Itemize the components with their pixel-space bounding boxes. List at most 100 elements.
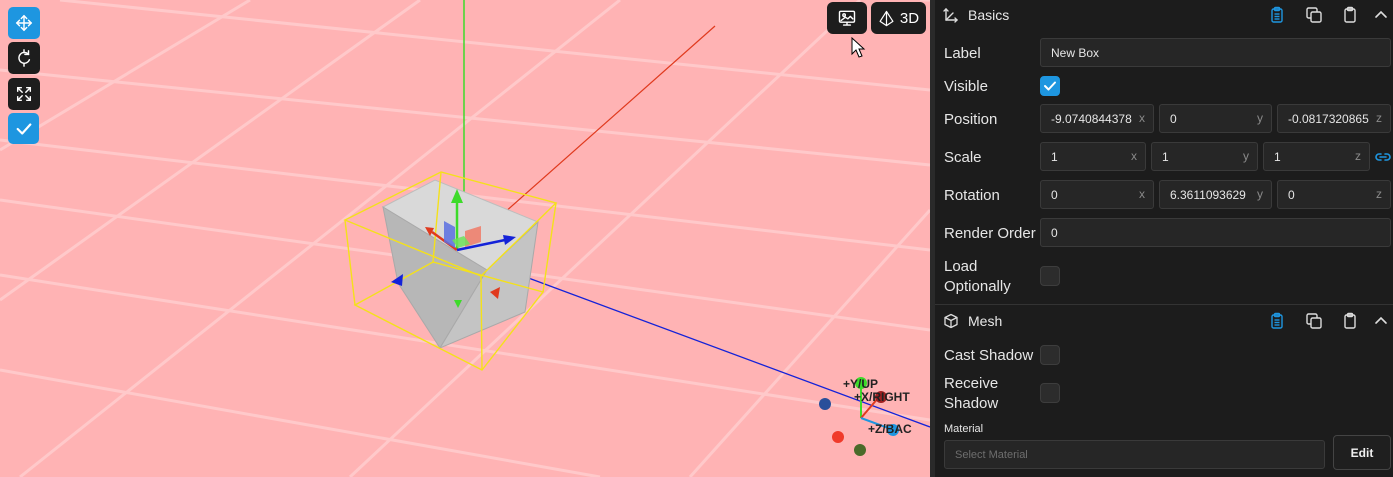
mouse-cursor-icon bbox=[851, 37, 866, 58]
label-input[interactable]: New Box bbox=[1040, 38, 1391, 67]
render-order-input[interactable]: 0 bbox=[1040, 218, 1391, 247]
scale-z-value: 1 bbox=[1274, 149, 1281, 164]
visible-row-label: Visible bbox=[944, 78, 988, 95]
load-optionally-label-line2: Optionally bbox=[944, 278, 1011, 295]
properties-panel: Basics Label New Box Visible Position -9… bbox=[935, 0, 1393, 477]
load-optionally-label-line1: Load bbox=[944, 258, 978, 275]
material-edit-label: Edit bbox=[1350, 445, 1374, 460]
render-order-value: 0 bbox=[1051, 225, 1058, 240]
basics-copy-button[interactable] bbox=[1305, 6, 1323, 24]
receive-shadow-checkbox[interactable] bbox=[1040, 383, 1060, 403]
scale-tool-button[interactable] bbox=[8, 78, 40, 110]
mesh-clipboard-button[interactable] bbox=[1341, 312, 1359, 330]
3d-viewport[interactable]: 3D +Y/UP +X/RIGHT +Z/BAC bbox=[0, 0, 930, 477]
position-y-input[interactable]: 0 y bbox=[1159, 104, 1272, 133]
position-z-axis-label: z bbox=[1373, 111, 1382, 125]
label-row-label: Label bbox=[944, 45, 981, 62]
position-y-value: 0 bbox=[1170, 111, 1177, 126]
scene-canvas[interactable] bbox=[0, 0, 930, 477]
mesh-title: Mesh bbox=[968, 313, 1003, 329]
rotation-x-value: 0 bbox=[1051, 187, 1058, 202]
snap-toggle-button[interactable] bbox=[8, 113, 39, 144]
gizmo-neg-z-dot[interactable] bbox=[819, 398, 831, 410]
move-tool-button[interactable] bbox=[8, 7, 40, 39]
check-icon bbox=[16, 122, 31, 135]
position-x-input[interactable]: -9.0740844378 x bbox=[1040, 104, 1154, 133]
material-select-placeholder: Select Material bbox=[955, 448, 1028, 461]
scale-row-label: Scale bbox=[944, 149, 982, 166]
rotation-x-axis-label: x bbox=[1136, 187, 1145, 201]
rotation-z-value: 0 bbox=[1288, 187, 1295, 202]
receive-shadow-label-line2: Shadow bbox=[944, 395, 999, 412]
material-edit-button[interactable]: Edit bbox=[1333, 435, 1391, 470]
mesh-section-header[interactable]: Mesh bbox=[935, 306, 1393, 336]
scale-z-axis-label: z bbox=[1352, 149, 1361, 163]
scale-y-value: 1 bbox=[1162, 149, 1169, 164]
rotate-tool-button[interactable] bbox=[8, 42, 40, 74]
clipboard-list-icon bbox=[1271, 312, 1283, 329]
label-input-value: New Box bbox=[1051, 45, 1100, 60]
clipboard-list-icon bbox=[1271, 6, 1283, 23]
rotation-z-input[interactable]: 0 z bbox=[1277, 180, 1391, 209]
copy-icon bbox=[1306, 313, 1322, 329]
scale-icon bbox=[16, 86, 32, 102]
section-divider bbox=[935, 304, 1393, 305]
position-z-input[interactable]: -0.0817320865 z bbox=[1277, 104, 1391, 133]
rotation-row-label: Rotation bbox=[944, 187, 1000, 204]
material-label: Material bbox=[944, 423, 984, 435]
preview-toggle-button[interactable] bbox=[827, 2, 867, 34]
position-x-axis-label: x bbox=[1136, 111, 1145, 125]
basics-paste-button[interactable] bbox=[1268, 6, 1286, 24]
scale-y-input[interactable]: 1 y bbox=[1151, 142, 1258, 171]
visible-checkbox[interactable] bbox=[1040, 76, 1060, 96]
cast-shadow-row-label: Cast Shadow bbox=[944, 347, 1034, 364]
chevron-up-icon bbox=[1375, 10, 1387, 18]
mesh-collapse-button[interactable] bbox=[1372, 312, 1390, 330]
gizmo-neg-x-dot[interactable] bbox=[832, 431, 844, 443]
position-row-label: Position bbox=[944, 111, 998, 128]
gizmo-z-label: +Z/BAC bbox=[868, 422, 912, 436]
rotation-x-input[interactable]: 0 x bbox=[1040, 180, 1154, 209]
rotation-y-input[interactable]: 6.3611093629 y bbox=[1159, 180, 1272, 209]
position-y-axis-label: y bbox=[1254, 111, 1263, 125]
check-icon bbox=[1044, 81, 1056, 91]
basics-section-header[interactable]: Basics bbox=[935, 0, 1393, 30]
view-mode-button[interactable]: 3D bbox=[871, 2, 926, 34]
scale-x-value: 1 bbox=[1051, 149, 1058, 164]
scale-z-input[interactable]: 1 z bbox=[1263, 142, 1370, 171]
pyramid-icon bbox=[879, 10, 894, 26]
link-icon bbox=[1375, 153, 1391, 161]
scale-link-toggle[interactable] bbox=[1374, 148, 1392, 166]
rotation-z-axis-label: z bbox=[1373, 187, 1382, 201]
rotate-icon bbox=[18, 49, 31, 67]
cast-shadow-checkbox[interactable] bbox=[1040, 345, 1060, 365]
basics-clipboard-button[interactable] bbox=[1341, 6, 1359, 24]
scale-x-axis-label: x bbox=[1128, 149, 1137, 163]
axes-icon bbox=[943, 8, 958, 23]
basics-title: Basics bbox=[968, 7, 1010, 23]
rotation-y-axis-label: y bbox=[1254, 187, 1263, 201]
basics-collapse-button[interactable] bbox=[1372, 6, 1390, 24]
mesh-copy-button[interactable] bbox=[1305, 312, 1323, 330]
chevron-up-icon bbox=[1375, 316, 1387, 324]
scale-x-input[interactable]: 1 x bbox=[1040, 142, 1146, 171]
monitor-image-icon bbox=[838, 10, 856, 26]
receive-shadow-label-line1: Receive bbox=[944, 375, 999, 392]
move-icon bbox=[15, 14, 33, 32]
position-x-value: -9.0740844378 bbox=[1051, 111, 1132, 126]
load-optionally-checkbox[interactable] bbox=[1040, 266, 1060, 286]
view-mode-label: 3D bbox=[899, 9, 920, 27]
gizmo-neg-y-dot[interactable] bbox=[854, 444, 866, 456]
gizmo-y-label: +Y/UP bbox=[843, 377, 879, 391]
position-z-value: -0.0817320865 bbox=[1288, 111, 1369, 126]
clipboard-icon bbox=[1344, 312, 1356, 329]
rotation-y-value: 6.3611093629 bbox=[1170, 187, 1246, 202]
cube-icon bbox=[944, 313, 958, 329]
clipboard-icon bbox=[1344, 6, 1356, 23]
render-order-row-label: Render Order bbox=[944, 225, 1036, 242]
material-select[interactable]: Select Material bbox=[944, 440, 1325, 469]
gizmo-x-label: +X/RIGHT bbox=[854, 390, 910, 404]
scale-y-axis-label: y bbox=[1240, 149, 1249, 163]
mesh-paste-button[interactable] bbox=[1268, 312, 1286, 330]
copy-icon bbox=[1306, 7, 1322, 23]
